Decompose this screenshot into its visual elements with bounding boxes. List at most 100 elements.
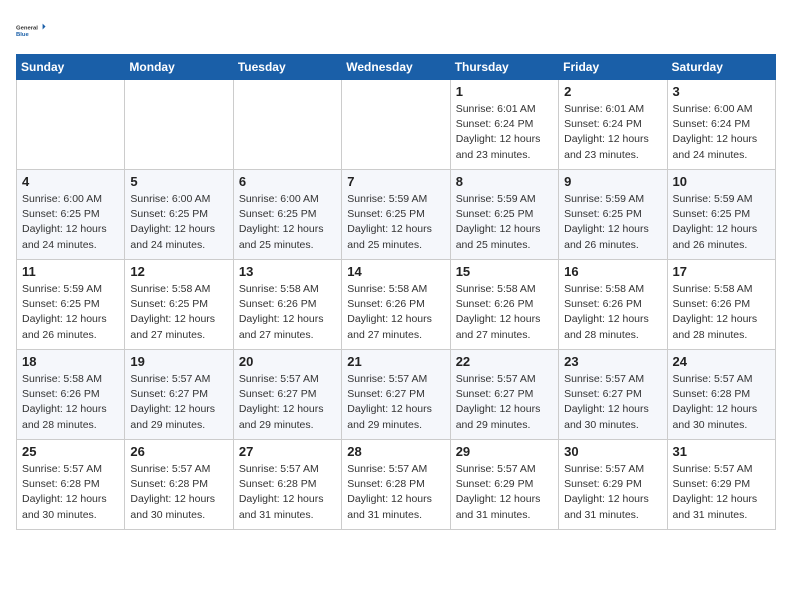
calendar-cell: 12 Sunrise: 5:58 AMSunset: 6:25 PMDayligh…: [125, 260, 233, 350]
calendar-cell: 22Sunrise: 5:57 AMSunset: 6:27 PMDayligh…: [450, 350, 558, 440]
day-number: 12: [130, 264, 227, 279]
day-info: Sunrise: 5:59 AMSunset: 6:25 PMDaylight:…: [673, 192, 770, 253]
calendar-cell: 5 Sunrise: 6:00 AMSunset: 6:25 PMDaylight…: [125, 170, 233, 260]
day-info: Sunrise: 5:57 AMSunset: 6:29 PMDaylight:…: [456, 462, 553, 523]
calendar-cell: 29Sunrise: 5:57 AMSunset: 6:29 PMDayligh…: [450, 440, 558, 530]
calendar-cell: 15 Sunrise: 5:58 AMSunset: 6:26 PMDayligh…: [450, 260, 558, 350]
day-number: 15: [456, 264, 553, 279]
day-info: Sunrise: 6:00 AMSunset: 6:25 PMDaylight:…: [22, 192, 119, 253]
day-number: 9: [564, 174, 661, 189]
svg-text:General: General: [16, 26, 38, 32]
day-info: Sunrise: 5:57 AMSunset: 6:27 PMDaylight:…: [130, 372, 227, 433]
day-info: Sunrise: 5:59 AMSunset: 6:25 PMDaylight:…: [564, 192, 661, 253]
week-row-2: 4 Sunrise: 6:00 AMSunset: 6:25 PMDaylight…: [17, 170, 776, 260]
calendar-cell: 25 Sunrise: 5:57 AMSunset: 6:28 PMDayligh…: [17, 440, 125, 530]
day-number: 8: [456, 174, 553, 189]
day-number: 24: [673, 354, 770, 369]
day-number: 10: [673, 174, 770, 189]
calendar-cell: 4 Sunrise: 6:00 AMSunset: 6:25 PMDaylight…: [17, 170, 125, 260]
week-row-1: 1 Sunrise: 6:01 AMSunset: 6:24 PMDaylight…: [17, 80, 776, 170]
day-number: 30: [564, 444, 661, 459]
calendar-cell: 10 Sunrise: 5:59 AMSunset: 6:25 PMDayligh…: [667, 170, 775, 260]
day-number: 7: [347, 174, 444, 189]
day-number: 4: [22, 174, 119, 189]
calendar-cell: 17Sunrise: 5:58 AMSunset: 6:26 PMDayligh…: [667, 260, 775, 350]
day-number: 23: [564, 354, 661, 369]
day-info: Sunrise: 5:59 AMSunset: 6:25 PMDaylight:…: [347, 192, 444, 253]
day-header-monday: Monday: [125, 55, 233, 80]
day-info: Sunrise: 6:01 AMSunset: 6:24 PMDaylight:…: [564, 102, 661, 163]
calendar-cell: 3 Sunrise: 6:00 AMSunset: 6:24 PMDaylight…: [667, 80, 775, 170]
day-number: 11: [22, 264, 119, 279]
day-header-saturday: Saturday: [667, 55, 775, 80]
day-number: 20: [239, 354, 336, 369]
calendar-table: SundayMondayTuesdayWednesdayThursdayFrid…: [16, 54, 776, 530]
day-info: Sunrise: 6:00 AMSunset: 6:25 PMDaylight:…: [239, 192, 336, 253]
day-info: Sunrise: 5:57 AMSunset: 6:29 PMDaylight:…: [564, 462, 661, 523]
svg-text:Blue: Blue: [16, 32, 29, 38]
day-number: 2: [564, 84, 661, 99]
day-header-friday: Friday: [559, 55, 667, 80]
day-number: 21: [347, 354, 444, 369]
logo: GeneralBlue: [16, 16, 48, 44]
calendar-cell: 1 Sunrise: 6:01 AMSunset: 6:24 PMDaylight…: [450, 80, 558, 170]
calendar-cell: [233, 80, 341, 170]
days-header-row: SundayMondayTuesdayWednesdayThursdayFrid…: [17, 55, 776, 80]
calendar-cell: 14 Sunrise: 5:58 AMSunset: 6:26 PMDayligh…: [342, 260, 450, 350]
day-info: Sunrise: 5:57 AMSunset: 6:27 PMDaylight:…: [347, 372, 444, 433]
week-row-3: 11 Sunrise: 5:59 AMSunset: 6:25 PMDayligh…: [17, 260, 776, 350]
day-info: Sunrise: 5:57 AMSunset: 6:27 PMDaylight:…: [564, 372, 661, 433]
day-info: Sunrise: 5:58 AMSunset: 6:26 PMDaylight:…: [239, 282, 336, 343]
day-number: 3: [673, 84, 770, 99]
calendar-cell: 26 Sunrise: 5:57 AMSunset: 6:28 PMDayligh…: [125, 440, 233, 530]
day-info: Sunrise: 5:57 AMSunset: 6:29 PMDaylight:…: [673, 462, 770, 523]
day-number: 26: [130, 444, 227, 459]
day-number: 13: [239, 264, 336, 279]
day-number: 6: [239, 174, 336, 189]
day-info: Sunrise: 5:57 AMSunset: 6:28 PMDaylight:…: [130, 462, 227, 523]
day-info: Sunrise: 5:57 AMSunset: 6:27 PMDaylight:…: [239, 372, 336, 433]
day-number: 18: [22, 354, 119, 369]
calendar-cell: 21 Sunrise: 5:57 AMSunset: 6:27 PMDayligh…: [342, 350, 450, 440]
calendar-cell: 28 Sunrise: 5:57 AMSunset: 6:28 PMDayligh…: [342, 440, 450, 530]
day-info: Sunrise: 5:58 AMSunset: 6:26 PMDaylight:…: [347, 282, 444, 343]
day-number: 14: [347, 264, 444, 279]
day-number: 5: [130, 174, 227, 189]
day-info: Sunrise: 5:59 AMSunset: 6:25 PMDaylight:…: [456, 192, 553, 253]
day-number: 25: [22, 444, 119, 459]
day-number: 22: [456, 354, 553, 369]
day-number: 19: [130, 354, 227, 369]
day-info: Sunrise: 5:57 AMSunset: 6:28 PMDaylight:…: [22, 462, 119, 523]
day-header-sunday: Sunday: [17, 55, 125, 80]
day-info: Sunrise: 6:00 AMSunset: 6:24 PMDaylight:…: [673, 102, 770, 163]
calendar-cell: 2 Sunrise: 6:01 AMSunset: 6:24 PMDaylight…: [559, 80, 667, 170]
day-number: 27: [239, 444, 336, 459]
day-info: Sunrise: 5:58 AMSunset: 6:26 PMDaylight:…: [22, 372, 119, 433]
calendar-cell: [125, 80, 233, 170]
calendar-cell: 9 Sunrise: 5:59 AMSunset: 6:25 PMDaylight…: [559, 170, 667, 260]
calendar-cell: [342, 80, 450, 170]
day-info: Sunrise: 6:00 AMSunset: 6:25 PMDaylight:…: [130, 192, 227, 253]
day-header-tuesday: Tuesday: [233, 55, 341, 80]
calendar-cell: 7 Sunrise: 5:59 AMSunset: 6:25 PMDaylight…: [342, 170, 450, 260]
day-info: Sunrise: 6:01 AMSunset: 6:24 PMDaylight:…: [456, 102, 553, 163]
day-number: 31: [673, 444, 770, 459]
day-info: Sunrise: 5:57 AMSunset: 6:28 PMDaylight:…: [239, 462, 336, 523]
day-info: Sunrise: 5:58 AMSunset: 6:25 PMDaylight:…: [130, 282, 227, 343]
calendar-cell: 13 Sunrise: 5:58 AMSunset: 6:26 PMDayligh…: [233, 260, 341, 350]
calendar-cell: 27 Sunrise: 5:57 AMSunset: 6:28 PMDayligh…: [233, 440, 341, 530]
day-number: 28: [347, 444, 444, 459]
calendar-cell: [17, 80, 125, 170]
calendar-cell: 6 Sunrise: 6:00 AMSunset: 6:25 PMDaylight…: [233, 170, 341, 260]
day-info: Sunrise: 5:57 AMSunset: 6:28 PMDaylight:…: [673, 372, 770, 433]
day-info: Sunrise: 5:59 AMSunset: 6:25 PMDaylight:…: [22, 282, 119, 343]
calendar-cell: 16Sunrise: 5:58 AMSunset: 6:26 PMDayligh…: [559, 260, 667, 350]
calendar-cell: 24 Sunrise: 5:57 AMSunset: 6:28 PMDayligh…: [667, 350, 775, 440]
day-info: Sunrise: 5:58 AMSunset: 6:26 PMDaylight:…: [456, 282, 553, 343]
day-number: 1: [456, 84, 553, 99]
logo-icon: GeneralBlue: [16, 16, 48, 44]
calendar-cell: 30 Sunrise: 5:57 AMSunset: 6:29 PMDayligh…: [559, 440, 667, 530]
calendar-cell: 31 Sunrise: 5:57 AMSunset: 6:29 PMDayligh…: [667, 440, 775, 530]
day-info: Sunrise: 5:57 AMSunset: 6:28 PMDaylight:…: [347, 462, 444, 523]
calendar-cell: 20 Sunrise: 5:57 AMSunset: 6:27 PMDayligh…: [233, 350, 341, 440]
